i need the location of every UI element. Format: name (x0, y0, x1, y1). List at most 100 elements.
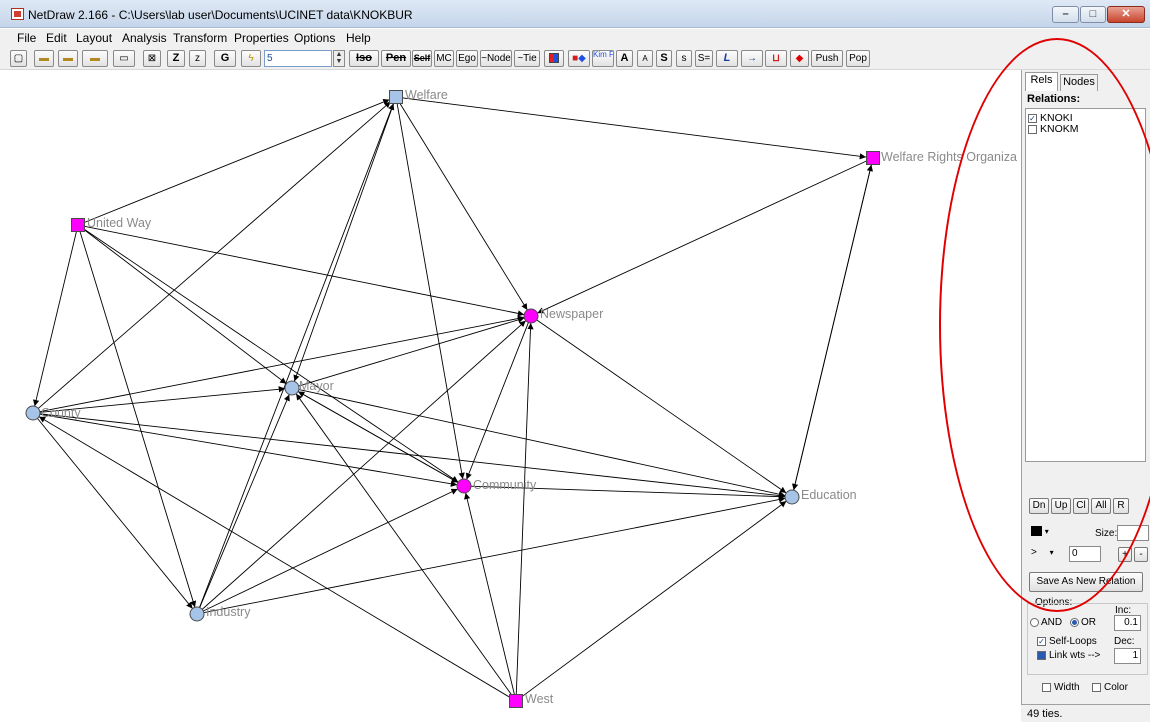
dec-input[interactable]: 1 (1114, 648, 1141, 664)
tie-county-industry[interactable] (36, 417, 193, 609)
graph-theoretic-layout-button[interactable]: G (214, 50, 236, 67)
node-unitedway[interactable] (71, 218, 85, 232)
open-network-button[interactable]: ▬ (58, 50, 78, 67)
maximize-button[interactable]: □ (1080, 6, 1106, 23)
or-radio[interactable] (1070, 617, 1079, 627)
tie-county-education[interactable] (38, 413, 786, 499)
save-as-new-relation-button[interactable]: Save As New Relation (1029, 572, 1143, 592)
width-checkbox[interactable] (1042, 682, 1051, 692)
self-loops-option[interactable]: ✓ Self-Loops (1037, 636, 1097, 647)
size-large-button[interactable]: S (656, 50, 672, 67)
increment-button[interactable]: + (1118, 547, 1132, 562)
iterations-spinner[interactable]: ▲ ▼ (333, 50, 345, 67)
tie-filter-button[interactable]: ~Tie (514, 50, 540, 67)
close-button[interactable]: ✕ (1107, 6, 1145, 23)
layout-iterations-input[interactable]: 5 (264, 50, 332, 67)
self-loops-checkbox[interactable]: ✓ (1037, 636, 1046, 646)
label-small-button[interactable]: A (637, 50, 653, 67)
main-component-button[interactable]: MC (434, 50, 454, 67)
menu-properties[interactable]: Properties (234, 31, 289, 45)
move-up-button[interactable]: Up (1051, 498, 1071, 514)
node-filter-button[interactable]: ~Node (480, 50, 512, 67)
tie-education-wro[interactable] (792, 164, 873, 492)
tie-unitedway-mayor[interactable] (82, 228, 287, 385)
node-wro[interactable] (866, 151, 880, 165)
tie-welfare-newspaper[interactable] (398, 101, 528, 311)
node-newspaper[interactable] (523, 308, 539, 324)
menu-options[interactable]: Options (294, 31, 335, 45)
tie-newspaper-education[interactable] (535, 319, 787, 494)
inc-input[interactable]: 0.1 (1114, 615, 1141, 631)
tie-industry-community[interactable] (202, 488, 458, 612)
isolates-button[interactable]: Iso (349, 50, 379, 67)
tie-west-county[interactable] (38, 416, 512, 699)
menu-analysis[interactable]: Analysis (122, 31, 167, 45)
knokm-checkbox[interactable] (1028, 124, 1037, 134)
push-button[interactable]: Push (811, 50, 843, 67)
link-wts-checkbox[interactable] (1037, 650, 1046, 660)
tie-unitedway-welfare[interactable] (83, 99, 390, 224)
open-folder-button[interactable]: ▬ (34, 50, 54, 67)
and-option[interactable]: AND (1030, 617, 1062, 628)
node-west[interactable] (509, 694, 523, 708)
node-education[interactable] (784, 489, 800, 505)
tie-wro-newspaper[interactable] (537, 160, 868, 314)
network-graph[interactable] (0, 70, 1020, 720)
tie-unitedway-newspaper[interactable] (83, 225, 525, 317)
tie-west-newspaper[interactable] (515, 322, 534, 696)
all-button[interactable]: All (1091, 498, 1111, 514)
operator-dropdown[interactable]: > ▾ (1029, 546, 1066, 562)
tab-rels[interactable]: Rels (1025, 72, 1058, 91)
size-small-button[interactable]: s (676, 50, 692, 67)
tie-welfare-wro[interactable] (401, 97, 867, 160)
tie-industry-education[interactable] (202, 496, 786, 614)
menu-layout[interactable]: Layout (76, 31, 112, 45)
clear-button[interactable]: Cl (1073, 498, 1089, 514)
new-file-button[interactable]: ▢ (10, 50, 27, 67)
r-button[interactable]: R (1113, 498, 1129, 514)
node-industry[interactable] (189, 606, 205, 622)
menu-transform[interactable]: Transform (173, 31, 227, 45)
relations-list[interactable]: ✓ KNOKI KNOKM (1025, 108, 1146, 462)
tie-west-mayor[interactable] (295, 393, 513, 697)
zoom-in-button[interactable]: Z (167, 50, 185, 67)
ego-button[interactable]: Ego (456, 50, 478, 67)
line-color-dropdown[interactable]: ▾ (1029, 525, 1057, 541)
self-loops-button[interactable]: Self (412, 50, 432, 67)
size-equal-button[interactable]: S= (695, 50, 713, 67)
save-image-button[interactable]: ▭ (113, 50, 135, 67)
menu-help[interactable]: Help (346, 31, 371, 45)
relation-item-knokm[interactable]: KNOKM (1028, 123, 1079, 135)
minimize-button[interactable]: – (1052, 6, 1079, 23)
pop-button[interactable]: Pop (846, 50, 870, 67)
size-input[interactable] (1117, 525, 1149, 541)
network-canvas[interactable]: Welfare Welfare Rights Organiza United W… (0, 70, 1020, 720)
node-mayor[interactable] (284, 380, 300, 396)
tie-industry-newspaper[interactable] (201, 320, 527, 611)
and-radio[interactable] (1030, 617, 1039, 627)
node-community[interactable] (456, 478, 472, 494)
menu-file[interactable]: File (17, 31, 36, 45)
pendants-button[interactable]: Pen (381, 50, 411, 67)
label-large-button[interactable]: A (616, 50, 633, 67)
decrement-button[interactable]: - (1134, 547, 1148, 562)
color-checkbox[interactable] (1092, 682, 1101, 692)
link-wts-option[interactable]: Link wts --> (1037, 650, 1100, 661)
tie-county-newspaper[interactable] (38, 315, 525, 413)
tab-nodes[interactable]: Nodes (1060, 74, 1098, 91)
open-attribute-button[interactable]: ▬ (82, 50, 108, 67)
move-down-button[interactable]: Dn (1029, 498, 1049, 514)
node-county[interactable] (25, 405, 41, 421)
node-color-red-button[interactable]: ◆ (790, 50, 809, 67)
menu-edit[interactable]: Edit (46, 31, 67, 45)
fit-view-button[interactable]: ⊠ (143, 50, 161, 67)
tie-county-welfare[interactable] (37, 101, 392, 410)
tie-unitedway-county[interactable] (33, 230, 78, 407)
width-option[interactable]: Width (1042, 682, 1080, 693)
arrow-style-button[interactable]: → (741, 50, 763, 67)
or-option[interactable]: OR (1070, 617, 1096, 628)
tie-community-mayor[interactable] (297, 391, 460, 484)
line-style-button[interactable]: L (716, 50, 738, 67)
threshold-input[interactable]: 0 (1069, 546, 1101, 562)
node-color-button[interactable] (544, 50, 564, 67)
